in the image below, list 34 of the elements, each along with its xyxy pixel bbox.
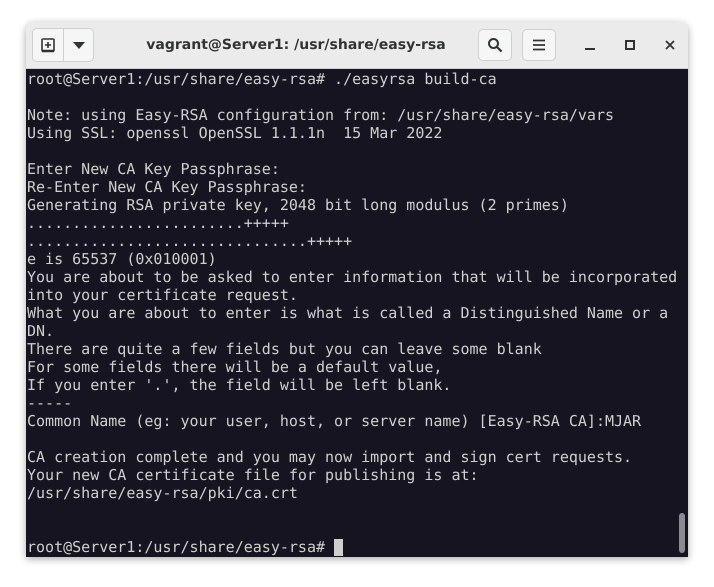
search-button[interactable] — [478, 29, 512, 61]
terminal-line: Your new CA certificate file for publishing is at: — [27, 466, 479, 484]
terminal-line: CA creation complete and you may now import and sign cert requests. — [27, 448, 632, 466]
terminal-line: ........................+++++ — [27, 214, 289, 232]
terminal-line: You are about to be asked to enter information that will be incorporated — [27, 268, 678, 286]
terminal-line: /usr/share/easy-rsa/pki/ca.crt — [27, 484, 298, 502]
caret-icon — [72, 42, 84, 48]
terminal-prompt: root@Server1:/usr/share/easy-rsa# — [27, 538, 326, 556]
menu-icon — [532, 39, 546, 51]
terminal-line: If you enter '.', the field will be left blank. — [27, 376, 452, 394]
terminal-line: There are quite a few fields but you can leave some blank — [27, 340, 542, 358]
terminal-line: Using SSL: openssl OpenSSL 1.1.1n 15 Mar 2022 — [27, 124, 442, 142]
close-icon — [665, 40, 675, 50]
minimize-icon — [585, 48, 595, 50]
terminal-line: Re-Enter New CA Key Passphrase: — [27, 178, 307, 196]
scrollbar-thumb[interactable] — [679, 513, 685, 553]
terminal-line: Note: using Easy-RSA configuration from: /usr/share/easy-rsa/vars — [27, 106, 614, 124]
window-title: vagrant@Server1: /usr/share/easy-rsa — [145, 37, 447, 53]
terminal-line: ...............................+++++ — [27, 232, 352, 250]
text-cursor — [334, 538, 344, 556]
new-tab-icon — [40, 37, 56, 53]
terminal-line: Enter New CA Key Passphrase: — [27, 160, 280, 178]
terminal-line: root@Server1:/usr/share/easy-rsa# ./easyrsa build-ca — [27, 70, 497, 88]
terminal-line: ----- — [27, 394, 72, 412]
menu-button[interactable] — [522, 29, 556, 61]
terminal-line: into your certificate request. — [27, 286, 298, 304]
terminal-line: Common Name (eg: your user, host, or server name) [Easy-RSA CA]:MJAR — [27, 412, 642, 430]
terminal-line: Generating RSA private key, 2048 bit long modulus (2 primes) — [27, 196, 569, 214]
search-icon — [487, 37, 503, 53]
terminal-line: DN. — [27, 322, 54, 340]
terminal-line: What you are about to enter is what is called a Distinguished Name or a — [27, 304, 668, 322]
terminal-line: e is 65537 (0x010001) — [27, 250, 217, 268]
maximize-icon — [625, 40, 635, 50]
terminal-line: For some fields there will be a default value, — [27, 358, 442, 376]
